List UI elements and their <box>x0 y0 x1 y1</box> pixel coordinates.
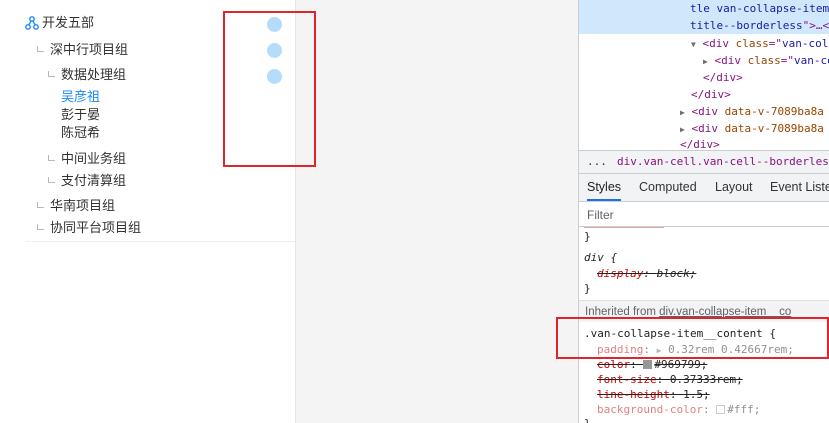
dom-attr: data-v-7089ba8a <box>724 105 824 118</box>
css-prop: background-color <box>597 403 703 416</box>
css-brace: } <box>584 416 591 423</box>
dom-line[interactable]: ▶ <div class="van-co <box>703 52 829 70</box>
tree-connector <box>48 177 55 183</box>
expand-right-icon[interactable]: ▶ <box>680 125 685 134</box>
tree-node-dept-5[interactable]: 开发五部 <box>42 16 94 32</box>
devtools-tabs: Styles Computed Layout Event Listen <box>579 174 829 202</box>
tree-node-label: 华南项目组 <box>50 199 116 214</box>
tree-node-label: 中间业务组 <box>61 152 127 167</box>
css-brace: } <box>584 282 591 295</box>
expand-right-icon[interactable]: ▶ <box>703 57 708 66</box>
tab-layout[interactable]: Layout <box>715 174 753 201</box>
tree-node-collab-platform[interactable]: 协同平台项目组 <box>37 221 142 237</box>
dom-tag: <div <box>691 105 725 118</box>
dom-attr: class <box>747 54 781 67</box>
tree-leaf-member[interactable]: 陈冠希 <box>61 126 100 142</box>
css-selector: div { <box>584 251 618 264</box>
dom-line[interactable]: ▼ <div class="van-coll <box>691 35 829 53</box>
dom-collapsed-marker: ">…< <box>802 19 829 32</box>
tree-node-szbank-group[interactable]: 深中行项目组 <box>37 43 129 59</box>
color-swatch[interactable] <box>643 360 653 369</box>
css-value: 0.37333rem; <box>669 373 743 386</box>
tree-node-label: 陈冠希 <box>61 126 101 141</box>
tree-node-label: 数据处理组 <box>61 68 127 83</box>
tab-computed[interactable]: Computed <box>639 174 697 201</box>
dom-attr: data-v-7089ba8a <box>724 122 824 135</box>
row-divider <box>26 241 295 242</box>
dom-attr: d <box>824 105 829 118</box>
dom-line[interactable]: ▶ <div data-v-7089ba8a d <box>680 103 829 121</box>
tree-node-south-china[interactable]: 华南项目组 <box>37 199 116 215</box>
tree-leaf-member[interactable]: 彭于晏 <box>61 108 100 124</box>
tree-node-label: 支付清算组 <box>61 174 127 189</box>
css-selector-div[interactable]: div { <box>584 250 617 266</box>
tab-event-listeners[interactable]: Event Listen <box>770 174 829 201</box>
dom-line[interactable]: </div> <box>691 86 731 103</box>
css-declaration-line-height[interactable]: line-height: 1.5; <box>597 387 710 403</box>
tree-connector <box>37 46 44 52</box>
expand-right-icon[interactable]: ▶ <box>680 108 685 117</box>
dom-line[interactable]: tle van-collapse-item <box>690 0 829 17</box>
tree-node-label: 吴彦祖 <box>61 90 101 105</box>
dom-attr-value: tle van-collapse-item <box>690 2 829 15</box>
tree-node-data-processing[interactable]: 数据处理组 <box>48 68 127 84</box>
tree-node-middle-business[interactable]: 中间业务组 <box>48 152 127 168</box>
clipped-css-line <box>584 226 764 229</box>
breadcrumb-ellipsis[interactable]: ... <box>587 151 607 173</box>
highlight-box-css-rule <box>556 317 829 359</box>
dom-attr-value: van-coll <box>781 37 829 50</box>
css-brace: } <box>584 230 591 243</box>
css-value: #fff; <box>727 403 761 416</box>
tree-connector <box>48 155 55 161</box>
dom-eq: =" <box>780 54 794 67</box>
dom-close-tag: </div> <box>691 88 731 101</box>
css-declaration-background[interactable]: background-color: #fff; <box>597 402 760 418</box>
dom-breadcrumb: ... div.van-cell.van-cell--borderless.va… <box>579 150 829 174</box>
styles-filter-input[interactable]: Filter <box>579 203 829 227</box>
tree-connector <box>48 71 55 77</box>
expand-down-icon[interactable]: ▼ <box>691 40 696 49</box>
dom-attr: d <box>824 122 829 135</box>
css-prop: font-size <box>597 373 657 386</box>
tree-node-payment-clearing[interactable]: 支付清算组 <box>48 174 127 190</box>
tree-node-label: 彭于晏 <box>61 108 101 123</box>
css-prop: display <box>597 267 644 280</box>
css-value: block; <box>656 267 697 280</box>
css-declaration-color[interactable]: color: #969799; <box>597 357 707 373</box>
css-value: #969799; <box>654 358 708 371</box>
tree-leaf-member-active[interactable]: 吴彦祖 <box>61 90 100 106</box>
dom-attr-value: van-co <box>793 54 829 67</box>
css-prop: line-height <box>597 388 670 401</box>
dom-line[interactable]: title--borderless">…< <box>690 17 829 34</box>
dom-tag: <div <box>691 122 725 135</box>
dom-line[interactable]: </div> <box>703 69 743 86</box>
tree-connector <box>37 202 44 208</box>
tab-styles[interactable]: Styles <box>587 174 622 201</box>
dom-eq: =" <box>768 37 782 50</box>
tree-node-label: 开发五部 <box>42 16 95 31</box>
tree-connector <box>37 224 44 230</box>
color-swatch[interactable] <box>716 405 726 414</box>
css-prop: color <box>597 358 631 371</box>
org-tree-panel: 开发五部 深中行项目组 数据处理组 吴彦祖 彭于晏 陈冠希 中间业务组 支付清算… <box>0 0 316 423</box>
css-declaration-display[interactable]: display: block; <box>597 266 696 282</box>
tree-node-label: 深中行项目组 <box>50 43 129 58</box>
dom-attr: class <box>735 37 769 50</box>
dom-tag: <div <box>714 54 748 67</box>
dom-close-tag: </div> <box>703 71 743 84</box>
org-structure-icon <box>25 16 39 30</box>
css-declaration-font-size[interactable]: font-size: 0.37333rem; <box>597 372 743 388</box>
dom-tag: <div <box>702 37 736 50</box>
breadcrumb-path[interactable]: div.van-cell.van-cell--borderless.van-co… <box>617 151 829 173</box>
highlight-box-dots <box>223 11 316 167</box>
css-value: 1.5; <box>683 388 710 401</box>
tree-node-label: 协同平台项目组 <box>50 221 142 236</box>
dom-attr-value: title--borderless <box>690 19 803 32</box>
filter-placeholder: Filter <box>587 208 614 222</box>
devtools-panel: tle van-collapse-item title--borderless"… <box>578 0 829 423</box>
